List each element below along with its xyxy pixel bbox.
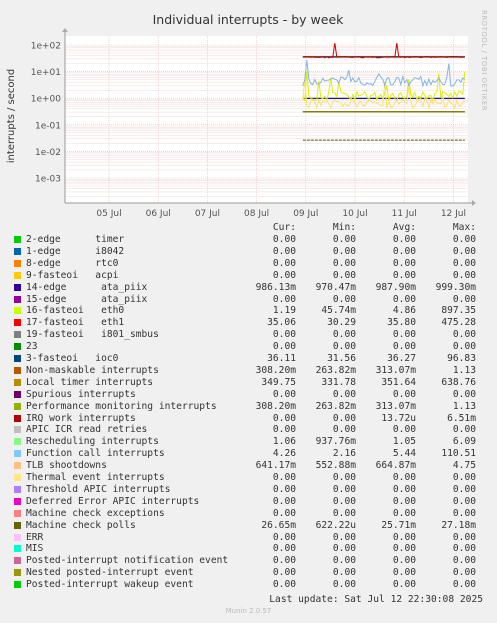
chart-title: Individual interrupts - by week	[153, 12, 345, 27]
y-tick-label: 1e+00	[31, 95, 62, 105]
y-axis-label: interrupts / second	[6, 69, 17, 163]
x-tick-label: 06 Jul	[146, 209, 171, 219]
y-tick-label: 1e-03	[35, 175, 61, 185]
rrdtool-watermark: RRDTOOL / TOBI OETIKER	[480, 10, 488, 112]
y-tick-label: 1e-02	[35, 148, 61, 158]
last-update: Last update: Sat Jul 12 22:30:08 2025	[269, 594, 483, 605]
x-tick-label: 08 Jul	[244, 209, 269, 219]
x-tick-label: 09 Jul	[293, 209, 318, 219]
y-axis-arrow	[62, 28, 68, 32]
y-tick-label: 1e+02	[31, 42, 61, 52]
munin-version: Munin 2.0.57	[225, 607, 272, 615]
y-tick-label: 1e+01	[31, 68, 61, 78]
x-tick-label: 05 Jul	[96, 209, 121, 219]
x-axis-arrow	[472, 200, 476, 206]
x-tick-label: 10 Jul	[342, 209, 367, 219]
y-tick-label: 1e-01	[35, 121, 61, 131]
x-tick-label: 12 Jul	[441, 209, 466, 219]
chart-area: Individual interrupts - by week interrup…	[6, 12, 476, 219]
x-tick-label: 11 Jul	[392, 209, 417, 219]
x-tick-label: 07 Jul	[195, 209, 220, 219]
